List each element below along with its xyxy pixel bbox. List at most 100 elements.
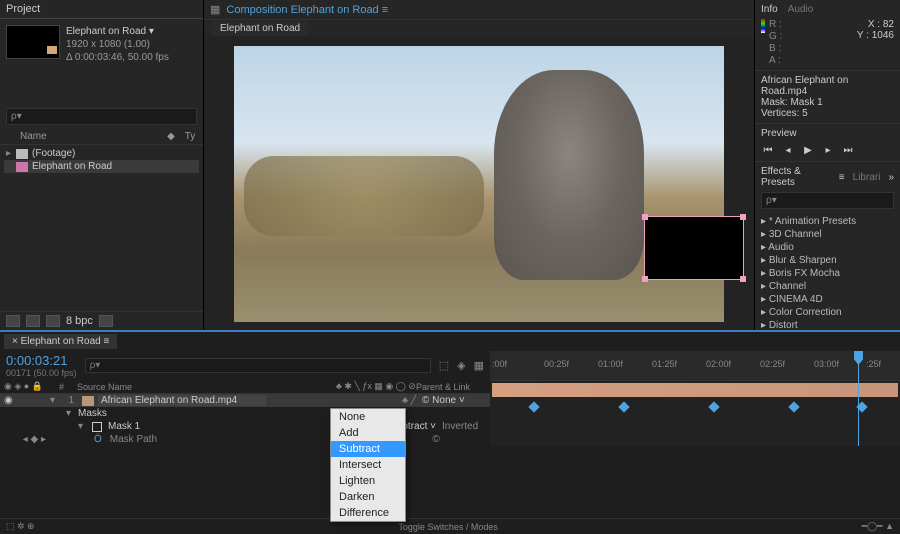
masks-group[interactable]: ▾ Masks bbox=[0, 407, 490, 420]
tl-icon[interactable]: ▦ bbox=[474, 359, 484, 372]
effect-category[interactable]: ▸ Channel bbox=[761, 280, 894, 293]
mask-row[interactable]: ▾ Mask 1 Subtract ˅ Inverted bbox=[0, 420, 490, 433]
bpc-toggle[interactable]: 8 bpc bbox=[66, 315, 93, 327]
twirl-icon[interactable]: ▾ bbox=[66, 408, 76, 419]
mask-path-row[interactable]: ◂ ◆ ▸ Ö Mask Path © bbox=[0, 433, 490, 446]
mask-mode-option-intersect[interactable]: Intersect bbox=[331, 457, 405, 473]
last-frame-icon[interactable]: ⏭ bbox=[841, 143, 855, 157]
keyframe-icon[interactable] bbox=[708, 401, 719, 412]
grid-icon[interactable]: ▦ bbox=[210, 3, 220, 16]
keyframe-icon[interactable] bbox=[528, 401, 539, 412]
mask-mode-option-lighten[interactable]: Lighten bbox=[331, 473, 405, 489]
project-resolution: 1920 x 1080 (1.00) bbox=[66, 38, 169, 51]
mask-mode-option-darken[interactable]: Darken bbox=[331, 489, 405, 505]
new-comp-icon[interactable] bbox=[46, 315, 60, 327]
timeline-panel: × Elephant on Road ≡ 0:00:03:21 00171 (5… bbox=[0, 330, 900, 534]
twirl-icon[interactable]: ▸ bbox=[6, 148, 16, 159]
timeline-track-area[interactable]: :00f 00:25f 01:00f 01:25f 02:00f 02:25f … bbox=[490, 351, 900, 446]
effect-category[interactable]: ▸ Boris FX Mocha bbox=[761, 267, 894, 280]
mask-mode-option-none[interactable]: None bbox=[331, 409, 405, 425]
composition-viewer[interactable] bbox=[234, 46, 724, 322]
play-icon[interactable]: ▶ bbox=[801, 143, 815, 157]
next-frame-icon[interactable]: ▸ bbox=[821, 143, 835, 157]
a-label: A : bbox=[769, 55, 782, 66]
keyframe-icon[interactable] bbox=[788, 401, 799, 412]
project-folder-footage[interactable]: ▸ (Footage) bbox=[4, 147, 199, 160]
mask-mode-option-add[interactable]: Add bbox=[331, 425, 405, 441]
project-thumbnail[interactable] bbox=[6, 25, 60, 59]
tl-icon[interactable]: ◈ bbox=[457, 359, 465, 372]
x-value: 82 bbox=[883, 19, 894, 30]
project-item-title: Elephant on Road ▾ bbox=[66, 25, 169, 38]
rgb-indicator bbox=[761, 19, 765, 33]
playhead[interactable] bbox=[858, 351, 859, 446]
effects-search[interactable]: ρ▾ bbox=[761, 192, 894, 209]
col-name[interactable]: Name bbox=[16, 131, 161, 142]
toggle-switches-button[interactable]: Toggle Switches / Modes bbox=[398, 522, 498, 532]
zoom-slider[interactable]: ━◯━ ▲ bbox=[862, 521, 894, 532]
layer-bar[interactable] bbox=[492, 383, 898, 397]
ruler-mark: 01:00f bbox=[598, 359, 623, 369]
info-tab[interactable]: Info bbox=[761, 4, 778, 15]
twirl-icon[interactable]: ▾ bbox=[78, 421, 88, 432]
col-label-icon[interactable]: ◆ bbox=[161, 131, 181, 142]
col-type[interactable]: Ty bbox=[181, 131, 199, 142]
project-footer: 8 bpc bbox=[0, 311, 203, 330]
comp-tab-label[interactable]: Composition Elephant on Road ≡ bbox=[226, 4, 388, 16]
project-search[interactable]: ρ▾ bbox=[6, 108, 197, 125]
folder-icon bbox=[16, 149, 28, 159]
effects-tab[interactable]: Effects & Presets bbox=[761, 166, 831, 188]
parent-pickwhip-icon[interactable]: © bbox=[422, 395, 429, 406]
time-ruler[interactable]: :00f 00:25f 01:00f 01:25f 02:00f 02:25f … bbox=[490, 351, 900, 381]
mask-shape[interactable] bbox=[644, 216, 744, 280]
trash-icon[interactable] bbox=[99, 315, 113, 327]
parent-dropdown[interactable]: None bbox=[432, 395, 456, 406]
effect-category[interactable]: ▸ CINEMA 4D bbox=[761, 293, 894, 306]
new-folder-icon[interactable] bbox=[26, 315, 40, 327]
tl-icon[interactable]: ⬚ bbox=[439, 359, 449, 372]
layer-number: 1 bbox=[60, 395, 78, 406]
project-comp-item[interactable]: Elephant on Road bbox=[4, 160, 199, 173]
col-source-name[interactable]: Source Name bbox=[77, 382, 336, 392]
mask-color-icon[interactable] bbox=[92, 422, 102, 432]
stopwatch-icon[interactable]: Ö bbox=[94, 434, 102, 445]
comp-subtab[interactable]: Elephant on Road bbox=[212, 21, 308, 36]
interpret-icon[interactable] bbox=[6, 315, 20, 327]
keyframe-icon[interactable] bbox=[618, 401, 629, 412]
masks-label: Masks bbox=[76, 408, 486, 419]
effect-category[interactable]: ▸ * Animation Presets bbox=[761, 215, 894, 228]
right-panel: Info Audio R : G : B : A : X : 82 Y : 10… bbox=[754, 0, 900, 330]
visibility-icon[interactable]: ◉ bbox=[4, 395, 16, 406]
timeline-timecode[interactable]: 0:00:03:21 bbox=[6, 353, 77, 368]
effect-category[interactable]: ▸ Audio bbox=[761, 241, 894, 254]
libraries-tab[interactable]: Librari bbox=[853, 172, 881, 183]
effects-menu-icon[interactable]: ≡ bbox=[839, 172, 845, 183]
keyframe-nav[interactable]: ◂ ◆ ▸ bbox=[4, 434, 46, 445]
layer-row[interactable]: ◉ ▾ 1 African Elephant on Road.mp4 ♣ ╱ ©… bbox=[0, 394, 490, 407]
first-frame-icon[interactable]: ⏮ bbox=[761, 143, 775, 157]
mask-inverted-label[interactable]: Inverted bbox=[436, 421, 486, 432]
col-parent[interactable]: Parent & Link bbox=[416, 382, 486, 392]
layer-color-icon[interactable] bbox=[82, 396, 94, 406]
mask-mode-option-difference[interactable]: Difference bbox=[331, 505, 405, 521]
ruler-mark: 02:25f bbox=[760, 359, 785, 369]
ruler-mark: 01:25f bbox=[652, 359, 677, 369]
twirl-icon[interactable]: ▾ bbox=[50, 395, 60, 406]
timeline-tab[interactable]: × Elephant on Road ≡ bbox=[4, 334, 117, 349]
effect-category[interactable]: ▸ Blur & Sharpen bbox=[761, 254, 894, 267]
comp-icon bbox=[16, 162, 28, 172]
layer-name[interactable]: African Elephant on Road.mp4 bbox=[98, 395, 266, 406]
prev-frame-icon[interactable]: ◂ bbox=[781, 143, 795, 157]
mask-mode-menu: None Add Subtract Intersect Lighten Dark… bbox=[330, 408, 406, 522]
effect-category[interactable]: ▸ Color Correction bbox=[761, 306, 894, 319]
ruler-mark: :00f bbox=[492, 359, 507, 369]
project-tab[interactable]: Project bbox=[0, 0, 203, 19]
tl-footer-icon[interactable]: ⬚ ✲ ⊕ bbox=[6, 521, 35, 532]
info-vertices: Vertices: 5 bbox=[761, 108, 894, 119]
audio-tab[interactable]: Audio bbox=[788, 4, 814, 15]
preview-tab[interactable]: Preview bbox=[761, 128, 894, 139]
effect-category[interactable]: ▸ 3D Channel bbox=[761, 228, 894, 241]
timeline-search[interactable] bbox=[85, 358, 431, 373]
mask-mode-option-subtract[interactable]: Subtract bbox=[331, 441, 405, 457]
more-tabs-icon[interactable]: » bbox=[888, 172, 894, 183]
